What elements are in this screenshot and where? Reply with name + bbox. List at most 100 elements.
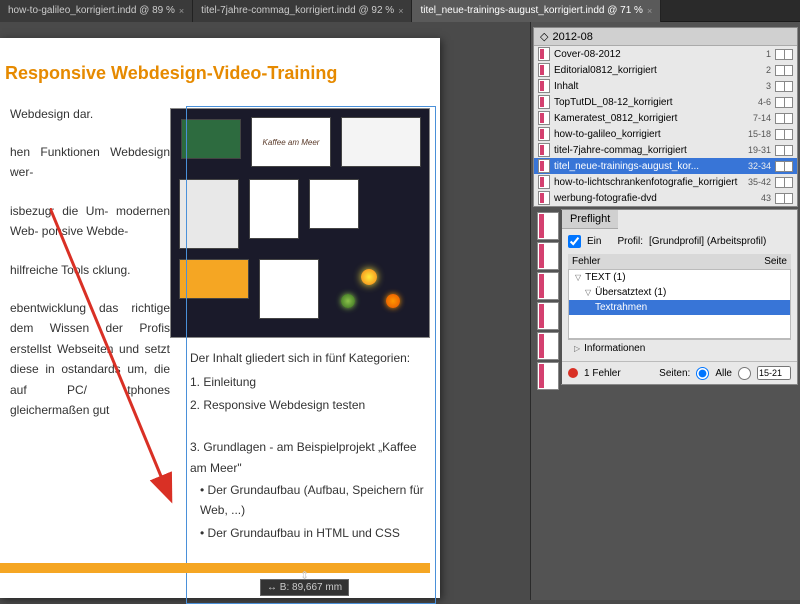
page-thumbnail[interactable] — [537, 212, 559, 240]
page-icon — [538, 95, 550, 109]
row-pagenum: 32-34 — [748, 161, 771, 171]
page-thumbnail[interactable] — [537, 242, 559, 270]
list-item: • Der Grundaufbau in HTML und CSS — [190, 523, 430, 543]
page-icon — [538, 143, 550, 157]
list-item: • Der Grundaufbau (Aufbau, Speichern für… — [190, 480, 430, 521]
pages-range-input[interactable] — [757, 366, 791, 380]
preflight-on-checkbox[interactable] — [568, 235, 581, 248]
book-icon: ◇ — [540, 30, 548, 43]
image-caption: Kaffee am Meer — [251, 117, 331, 167]
tree-label: TEXT (1) — [585, 272, 625, 283]
body-paragraph: hilfreiche Tools cklung. — [10, 260, 170, 280]
measurement-value: 89,667 mm — [292, 582, 342, 593]
book-document-row[interactable]: TopTutDL_08-12_korrigiert4-6 — [534, 94, 797, 110]
row-label: how-to-galileo_korrigiert — [554, 129, 744, 140]
pages-range-radio[interactable] — [738, 367, 751, 380]
checkbox-label: Ein — [587, 236, 601, 247]
book-document-row[interactable]: Kameratest_0812_korrigiert 7-14 — [534, 110, 797, 126]
content-list: Der Inhalt gliedert sich in fünf Kategor… — [190, 348, 430, 545]
measurement-label: B: — [280, 582, 289, 593]
close-icon[interactable]: × — [398, 6, 403, 16]
row-label: Kameratest_0812_korrigiert — [554, 113, 749, 124]
document-page[interactable]: Responsive Webdesign-Video-Training Webd… — [0, 38, 440, 598]
placed-image[interactable]: Kaffee am Meer — [170, 108, 430, 338]
disclosure-icon[interactable]: ▽ — [575, 273, 581, 282]
body-text-column: Webdesign dar. hen Funktionen Webdesign … — [10, 104, 170, 439]
body-paragraph: ebentwicklung das richtige dem Wissen de… — [10, 298, 170, 420]
panel-tab[interactable]: Preflight — [562, 210, 618, 229]
pages-all-radio[interactable] — [696, 367, 709, 380]
tree-row[interactable]: ▽ TEXT (1) — [569, 270, 790, 285]
document-list: Cover-08-20121 Editorial0812_korrigiert2… — [534, 46, 797, 206]
page-icon — [538, 79, 550, 93]
book-document-row[interactable]: how-to-galileo_korrigiert 15-18 — [534, 126, 797, 142]
book-document-row[interactable]: titel-7jahre-commag_korrigiert 19-31 — [534, 142, 797, 158]
pages-label: Seiten: — [659, 368, 690, 379]
document-tab-bar: how-to-galileo_korrigiert.indd @ 89 % × … — [0, 0, 800, 22]
book-document-row[interactable]: Cover-08-20121 — [534, 46, 797, 62]
list-item: 1. Einleitung — [190, 372, 430, 392]
row-label: how-to-lichtschrankenfotografie_korrigie… — [554, 177, 744, 188]
tab-label: how-to-galileo_korrigiert.indd @ 89 % — [8, 5, 175, 16]
row-pagenum: 43 — [761, 193, 771, 203]
decorative-bar — [0, 563, 430, 573]
page-thumbnail-strip — [534, 210, 562, 384]
book-document-row[interactable]: titel_neue-trainings-august_kor... 32-34 — [534, 158, 797, 174]
list-item: 2. Responsive Webdesign testen — [190, 395, 430, 415]
column-header-page: Seite — [764, 256, 787, 267]
spread-icon — [775, 113, 793, 124]
panel-header[interactable]: ◇ 2012-08 — [534, 28, 797, 46]
document-tab[interactable]: titel-7jahre-commag_korrigiert.indd @ 92… — [193, 0, 412, 22]
document-tab[interactable]: how-to-galileo_korrigiert.indd @ 89 % × — [0, 0, 193, 22]
disclosure-icon[interactable]: ▷ — [574, 344, 580, 353]
page-title: Responsive Webdesign-Video-Training — [5, 38, 430, 104]
book-pages-panel: ◇ 2012-08 Cover-08-20121 Editorial0812_k… — [533, 27, 798, 207]
tree-row[interactable]: Textrahmen — [569, 300, 790, 315]
close-icon[interactable]: × — [179, 6, 184, 16]
spread-icon — [775, 97, 793, 108]
book-document-row[interactable]: Inhalt3 — [534, 78, 797, 94]
error-tree[interactable]: ▽ TEXT (1) ▽ Übersatztext (1) Textrahmen — [568, 269, 791, 339]
profile-label: Profil: — [617, 236, 643, 247]
page-thumbnail[interactable] — [537, 272, 559, 300]
page-thumbnail[interactable] — [537, 302, 559, 330]
error-status-icon — [568, 368, 578, 378]
row-pagenum: 15-18 — [748, 129, 771, 139]
panel-title: 2012-08 — [552, 31, 592, 43]
book-document-row[interactable]: werbung-fotografie-dvd43 — [534, 190, 797, 206]
spread-icon — [775, 65, 793, 76]
page-icon — [538, 159, 550, 173]
radio-label: Alle — [715, 368, 732, 379]
row-label: Inhalt — [554, 81, 762, 92]
page-thumbnail[interactable] — [537, 332, 559, 360]
body-paragraph: Webdesign dar. — [10, 104, 170, 124]
preflight-panel: Preflight Ein Profil: [Grundprofil] (Arb… — [561, 209, 798, 385]
page-icon — [538, 175, 550, 189]
tab-label: titel-7jahre-commag_korrigiert.indd @ 92… — [201, 5, 394, 16]
book-document-row[interactable]: how-to-lichtschrankenfotografie_korrigie… — [534, 174, 797, 190]
spread-icon — [775, 177, 793, 188]
row-pagenum: 35-42 — [748, 177, 771, 187]
row-pagenum: 1 — [766, 49, 771, 59]
document-tab[interactable]: titel_neue-trainings-august_korrigiert.i… — [412, 0, 661, 22]
page-icon — [538, 127, 550, 141]
panel-dock: ◇ 2012-08 Cover-08-20121 Editorial0812_k… — [530, 22, 800, 600]
tree-row[interactable]: ▽ Übersatztext (1) — [569, 285, 790, 300]
info-disclosure[interactable]: ▷ Informationen — [568, 339, 791, 357]
page-icon — [538, 111, 550, 125]
book-document-row[interactable]: Editorial0812_korrigiert2 — [534, 62, 797, 78]
row-pagenum: 19-31 — [748, 145, 771, 155]
row-pagenum: 7-14 — [753, 113, 771, 123]
row-label: titel-7jahre-commag_korrigiert — [554, 145, 744, 156]
document-workspace[interactable]: 0 20 40 60 80 100 120 140 160 180 200 Re… — [0, 22, 470, 600]
page-thumbnail[interactable] — [537, 362, 559, 390]
info-label: Informationen — [584, 343, 645, 354]
tree-label: Textrahmen — [595, 302, 647, 313]
disclosure-icon[interactable]: ▽ — [585, 288, 591, 297]
body-paragraph: isbezug: die Um- modernen Web- ponsive W… — [10, 201, 170, 242]
close-icon[interactable]: × — [647, 6, 652, 16]
tab-label: titel_neue-trainings-august_korrigiert.i… — [420, 5, 643, 16]
row-label: titel_neue-trainings-august_kor... — [554, 161, 744, 172]
error-count: 1 Fehler — [584, 368, 621, 379]
tree-label: Übersatztext (1) — [595, 287, 666, 298]
